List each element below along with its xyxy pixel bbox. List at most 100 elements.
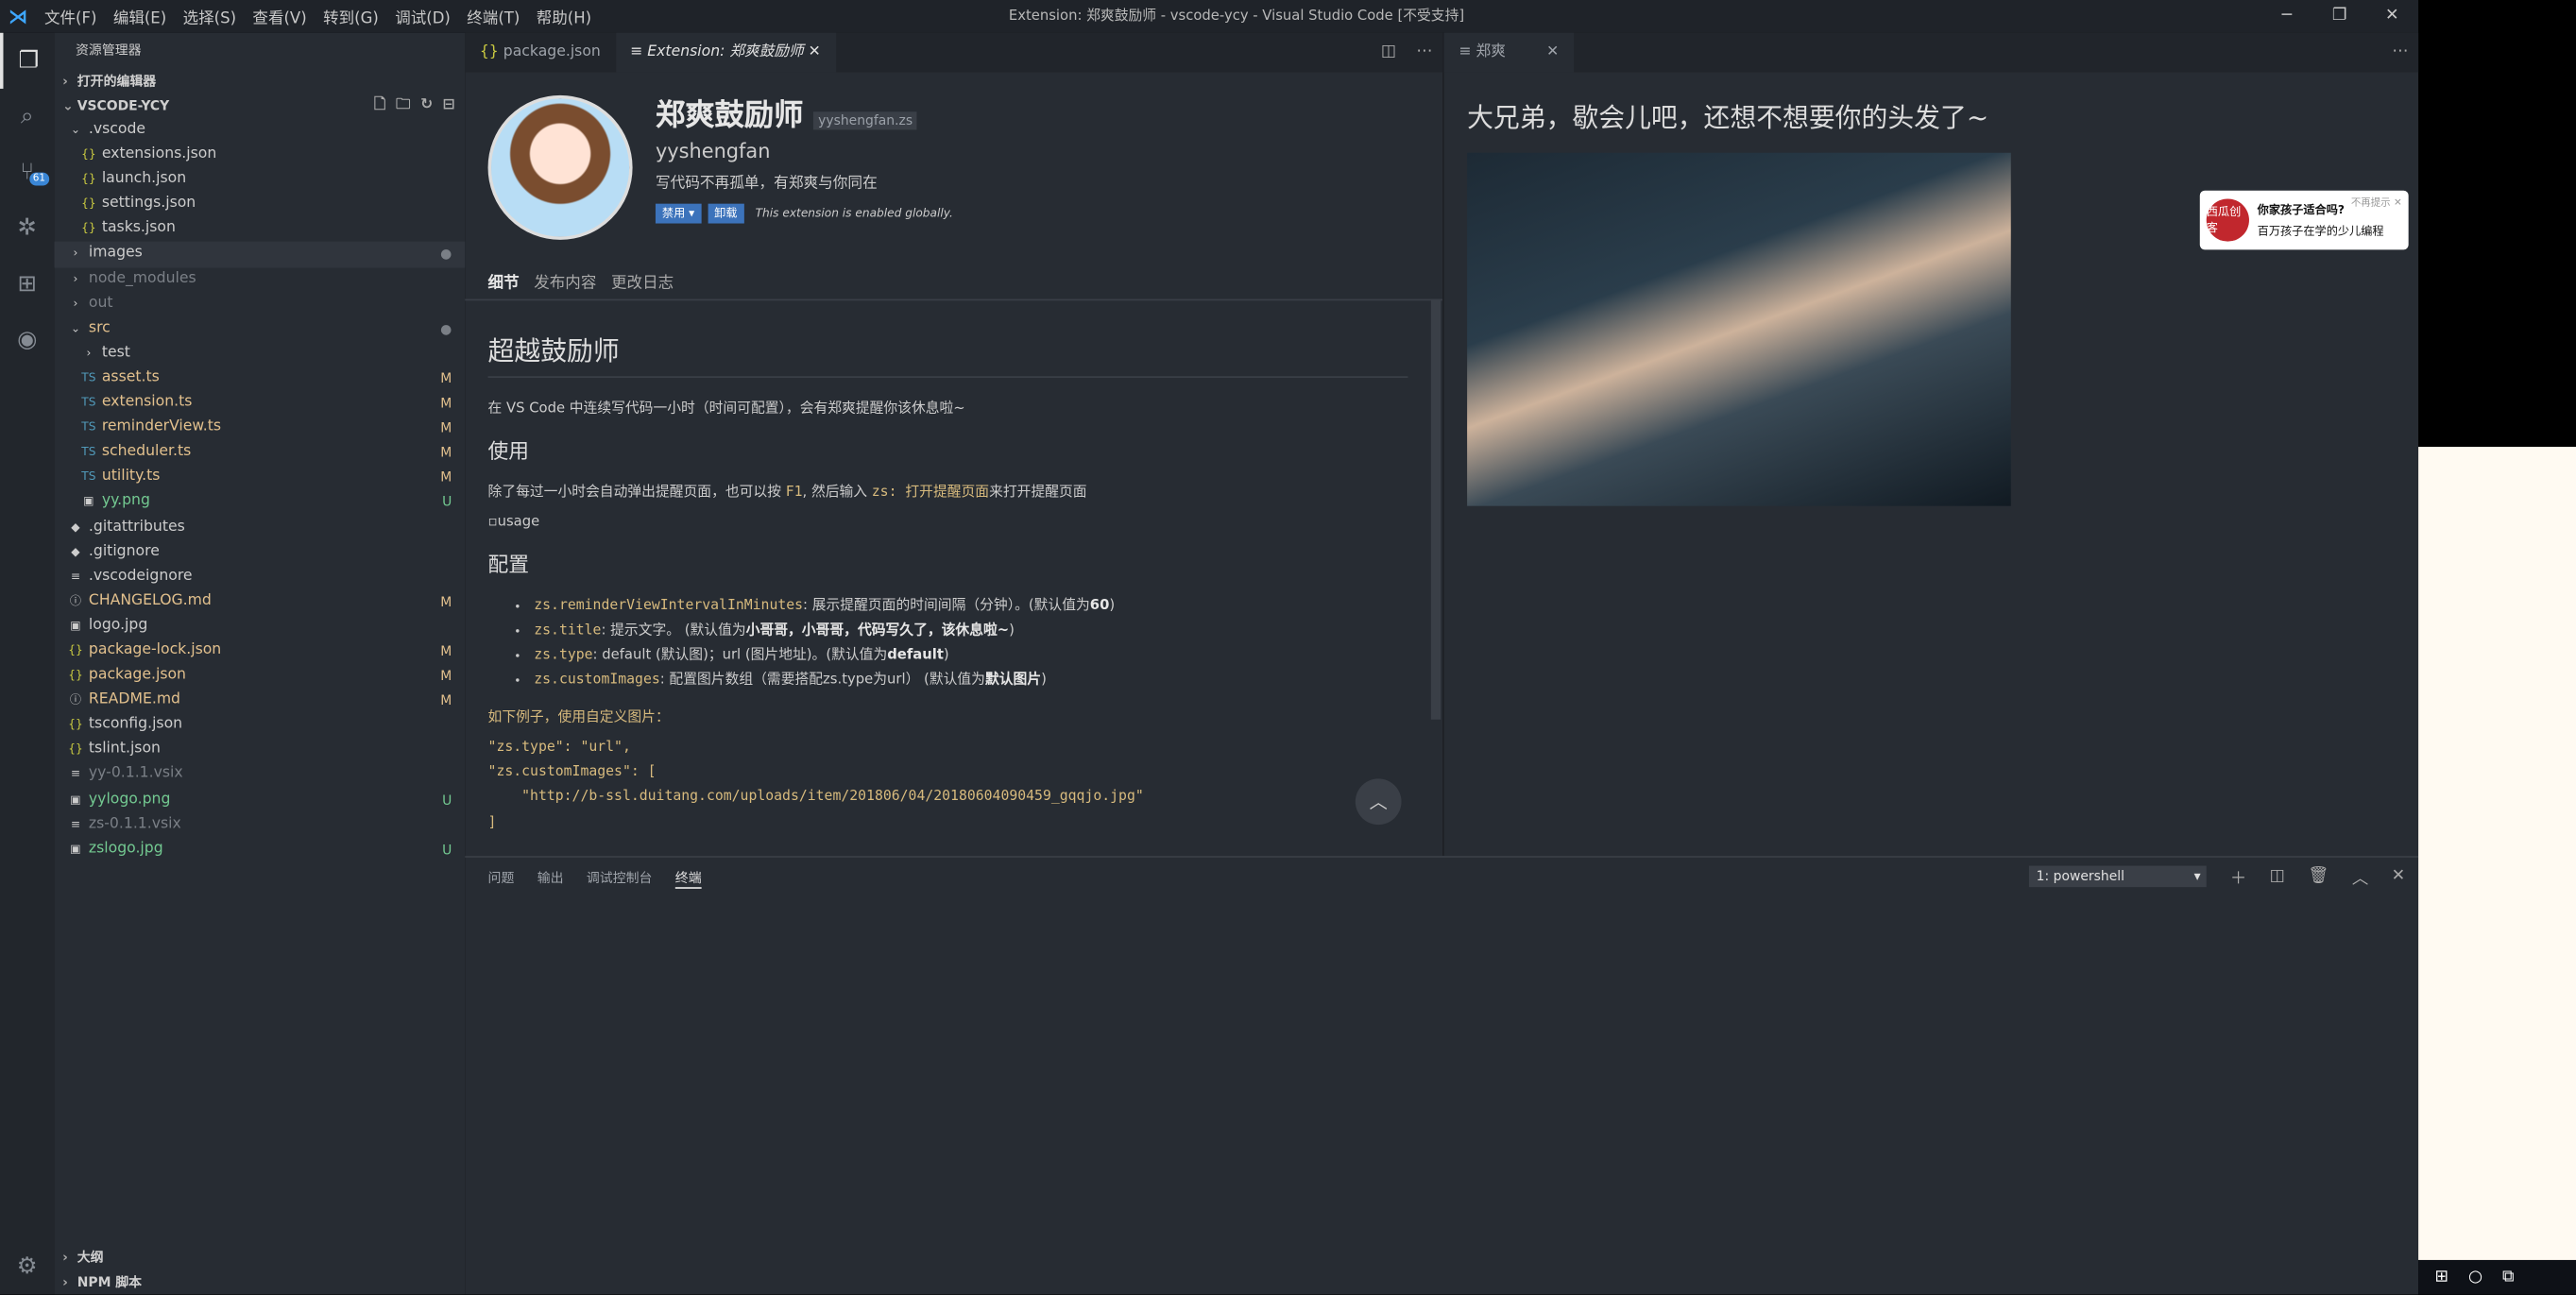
- file-tree-item[interactable]: ≡ zs-0.1.1.vsix: [54, 812, 465, 837]
- json-file-icon: {}: [68, 643, 83, 657]
- open-editors-section[interactable]: › 打开的编辑器: [54, 69, 465, 94]
- extensions-icon[interactable]: ⊞: [0, 256, 54, 312]
- scroll-to-top-button[interactable]: ︿: [1355, 778, 1402, 826]
- npm-scripts-section[interactable]: › NPM 脚本: [54, 1269, 465, 1294]
- file-tree-item[interactable]: {} launch.json: [54, 168, 465, 193]
- outline-section[interactable]: › 大纲: [54, 1245, 465, 1269]
- remote-icon[interactable]: ◉: [0, 312, 54, 367]
- windows-start-icon[interactable]: ⊞: [2434, 1269, 2448, 1286]
- file-tree-item[interactable]: ⌄ src ●: [54, 316, 465, 341]
- restore-icon[interactable]: ❐: [2313, 0, 2366, 33]
- chevron-right-icon: ›: [73, 297, 78, 311]
- file-tree-item[interactable]: {} tslint.json: [54, 738, 465, 762]
- menu-item[interactable]: 帮助(H): [528, 9, 600, 27]
- tab-changelog[interactable]: 更改日志: [611, 269, 674, 292]
- usage-key: F1: [785, 485, 803, 502]
- file-tree-item[interactable]: ⓘ README.md M: [54, 689, 465, 713]
- git-status: M: [440, 594, 452, 609]
- panel-tab[interactable]: 终端: [674, 869, 702, 889]
- settings-gear-icon[interactable]: ⚙: [0, 1238, 54, 1294]
- menu-bar: 文件(F) 编辑(E) 选择(S) 查看(V) 转到(G) 调试(D) 终端(T) 帮助(H): [36, 5, 600, 27]
- file-tree-item[interactable]: TS scheduler.ts M: [54, 440, 465, 465]
- file-tree-item[interactable]: {} package-lock.json M: [54, 639, 465, 663]
- file-tree-item[interactable]: {} tsconfig.json: [54, 713, 465, 738]
- file-tree-item[interactable]: ⓘ CHANGELOG.md M: [54, 589, 465, 614]
- trash-icon[interactable]: 🗑: [2308, 867, 2329, 885]
- menu-item[interactable]: 查看(V): [245, 9, 316, 27]
- file-tree-item[interactable]: ≡ .vscodeignore: [54, 565, 465, 589]
- disable-button[interactable]: 禁用 ▾: [655, 203, 702, 224]
- more-actions-icon[interactable]: ⋯: [2392, 33, 2408, 73]
- terminal-select[interactable]: 1: powershell ▾: [2029, 865, 2208, 888]
- tab-package-json[interactable]: {} package.json: [465, 33, 615, 73]
- tab-zs-preview[interactable]: ≡ 郑爽 ✕: [1443, 32, 1574, 73]
- source-control-icon[interactable]: ⑂ 61: [0, 145, 54, 200]
- collapse-all-icon[interactable]: ⊟: [443, 94, 455, 118]
- panel-tab[interactable]: 输出: [537, 869, 564, 889]
- tab-contributions[interactable]: 发布内容: [534, 269, 596, 292]
- file-tree-item[interactable]: ▣ yylogo.png U: [54, 788, 465, 812]
- tab-details[interactable]: 细节: [488, 269, 520, 292]
- tab-extension[interactable]: ≡ Extension: 郑爽鼓励师 ✕: [615, 32, 836, 73]
- title-bar: ⋊ 文件(F) 编辑(E) 选择(S) 查看(V) 转到(G) 调试(D) 终端(T) 帮助(…: [0, 0, 2419, 33]
- file-tree-item[interactable]: › node_modules: [54, 267, 465, 292]
- close-window-icon[interactable]: ✕: [2365, 0, 2418, 33]
- file-tree-item[interactable]: › images ●: [54, 242, 466, 267]
- menu-item[interactable]: 编辑(E): [105, 9, 175, 27]
- chevron-right-icon: ›: [62, 74, 68, 89]
- file-tree-item[interactable]: › out: [54, 292, 465, 316]
- split-editor-icon[interactable]: ◫: [1381, 33, 1396, 73]
- file-tree-item[interactable]: TS extension.ts M: [54, 391, 465, 416]
- split-terminal-icon[interactable]: ◫: [2270, 867, 2285, 885]
- ad-close[interactable]: 不再提示 ✕: [2351, 194, 2402, 209]
- panel-tab[interactable]: 调试控制台: [587, 869, 653, 889]
- file-name: .gitattributes: [88, 518, 185, 536]
- new-file-icon[interactable]: 🗋: [374, 94, 386, 118]
- file-tree-item[interactable]: ▣ zslogo.jpg U: [54, 838, 465, 862]
- panel-tab[interactable]: 问题: [488, 869, 515, 889]
- file-tree-item[interactable]: {} tasks.json: [54, 217, 465, 242]
- file-tree-item[interactable]: {} extensions.json: [54, 143, 465, 167]
- menu-item[interactable]: 文件(F): [36, 9, 105, 27]
- menu-item[interactable]: 调试(D): [387, 9, 459, 27]
- add-terminal-icon[interactable]: ＋: [2230, 864, 2246, 889]
- menu-item[interactable]: 终端(T): [459, 9, 528, 27]
- git-status: M: [440, 469, 452, 486]
- file-tree-item[interactable]: TS reminderView.ts M: [54, 416, 465, 440]
- typescript-file-icon: TS: [81, 445, 96, 459]
- maximize-panel-icon[interactable]: ︿: [2352, 864, 2368, 889]
- cortana-icon[interactable]: ○: [2468, 1269, 2482, 1286]
- minimize-icon[interactable]: ─: [2260, 0, 2313, 33]
- code-line: "zs.customImages": [: [487, 764, 657, 781]
- git-status: M: [440, 693, 452, 708]
- close-tab-icon[interactable]: ✕: [1546, 44, 1559, 60]
- publisher-name[interactable]: yyshengfan: [656, 140, 953, 162]
- refresh-icon[interactable]: ↻: [420, 94, 433, 118]
- file-tree-item[interactable]: TS utility.ts M: [54, 466, 465, 490]
- file-tree-item[interactable]: ⌄ .vscode: [54, 118, 465, 143]
- reminder-title: 大兄弟，歇会儿吧，还想不想要你的头发了~: [1467, 101, 1989, 133]
- file-tree-item[interactable]: {} package.json M: [54, 664, 465, 689]
- more-actions-icon[interactable]: ⋯: [1416, 33, 1432, 73]
- uninstall-button[interactable]: 卸载: [708, 203, 744, 224]
- explorer-icon[interactable]: ❐: [0, 32, 54, 89]
- project-section[interactable]: ⌄ VSCODE-YCY 🗋 🗀 ↻ ⊟: [54, 94, 465, 118]
- scrollbar[interactable]: [1430, 298, 1442, 720]
- ad-popup[interactable]: 西瓜创客 你家孩子适合吗? 百万孩子在学的少儿编程 不再提示 ✕: [2199, 190, 2409, 250]
- file-tree-item[interactable]: ◆ .gitignore: [54, 539, 465, 564]
- file-tree-item[interactable]: {} settings.json: [54, 193, 465, 217]
- file-tree-item[interactable]: ▣ logo.jpg: [54, 614, 465, 639]
- file-tree-item[interactable]: ◆ .gitattributes: [54, 515, 465, 539]
- search-icon[interactable]: ⌕: [0, 89, 54, 145]
- file-tree-item[interactable]: ▣ yy.png U: [54, 490, 465, 515]
- file-tree-item[interactable]: TS asset.ts M: [54, 366, 465, 391]
- new-folder-icon[interactable]: 🗀: [396, 94, 411, 118]
- close-panel-icon[interactable]: ✕: [2392, 867, 2406, 885]
- task-view-icon[interactable]: ⧉: [2502, 1269, 2514, 1286]
- debug-icon[interactable]: ✲: [0, 200, 54, 256]
- file-tree-item[interactable]: › test: [54, 341, 465, 366]
- file-tree-item[interactable]: ≡ yy-0.1.1.vsix: [54, 763, 465, 788]
- menu-item[interactable]: 选择(S): [175, 9, 245, 27]
- menu-item[interactable]: 转到(G): [315, 9, 386, 27]
- close-tab-icon[interactable]: ✕: [809, 44, 821, 60]
